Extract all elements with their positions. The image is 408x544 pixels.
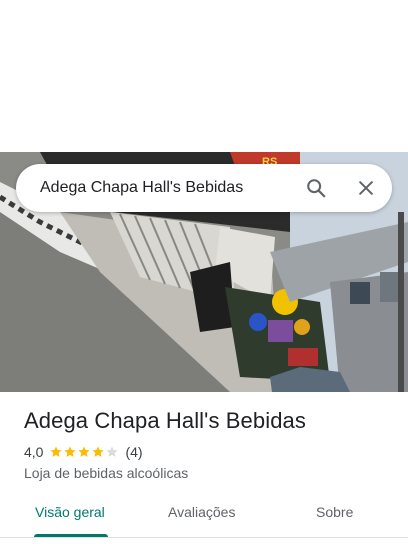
tab-bar: Visão geral Avaliações Sobre xyxy=(0,494,408,544)
active-tab-indicator xyxy=(34,534,108,537)
star-icon xyxy=(92,446,105,457)
map-blank-area xyxy=(0,0,408,152)
search-query[interactable]: Adega Chapa Hall's Bebidas xyxy=(16,179,304,197)
review-count[interactable]: (4) xyxy=(125,444,142,460)
tabs-divider xyxy=(0,537,408,538)
star-rating xyxy=(49,445,119,459)
rating-row[interactable]: 4,0 (4) xyxy=(24,444,143,460)
star-icon xyxy=(78,446,91,457)
tab-about[interactable]: Sobre xyxy=(316,504,353,520)
star-icon xyxy=(64,446,77,457)
star-icon xyxy=(106,446,119,457)
search-icon[interactable] xyxy=(304,176,328,200)
rating-value: 4,0 xyxy=(24,444,44,460)
star-icon xyxy=(50,446,63,457)
tab-reviews[interactable]: Avaliações xyxy=(168,504,235,520)
tab-overview[interactable]: Visão geral xyxy=(35,504,105,520)
place-category[interactable]: Loja de bebidas alcoólicas xyxy=(24,465,188,481)
close-icon[interactable] xyxy=(354,176,378,200)
search-bar[interactable]: Adega Chapa Hall's Bebidas xyxy=(16,164,392,212)
place-title: Adega Chapa Hall's Bebidas xyxy=(24,408,306,433)
